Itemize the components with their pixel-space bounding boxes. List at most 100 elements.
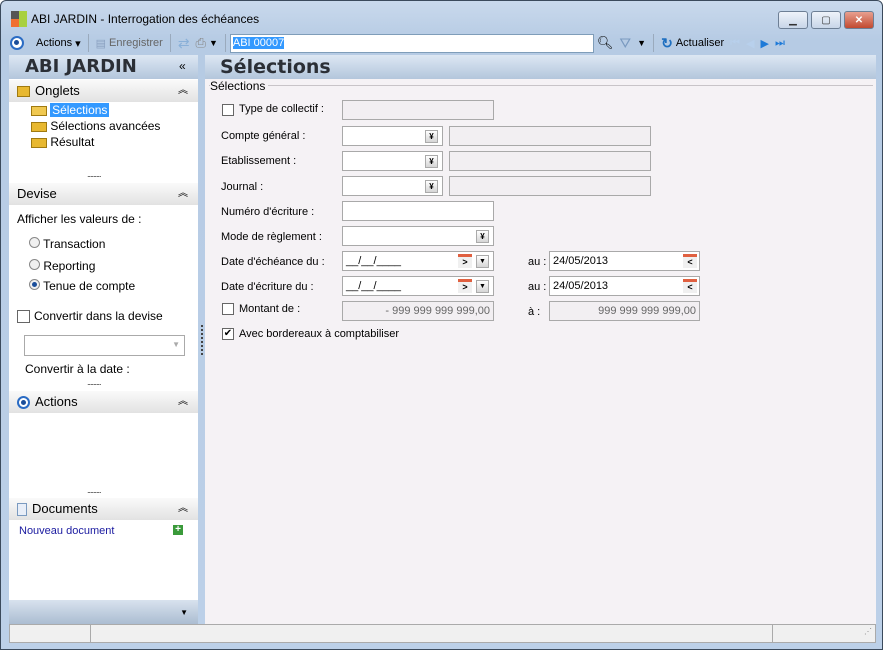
tree-item-selections[interactable]: Sélections (31, 103, 110, 117)
next-record-icon[interactable]: ▶ (757, 37, 771, 50)
date-echeance-to-label: au : (528, 256, 547, 268)
folder-icon (31, 121, 47, 132)
document-icon (17, 502, 27, 516)
type-collectif-checkbox[interactable] (222, 104, 234, 116)
main-panel: Sélections Sélections Type de collectif … (201, 55, 876, 625)
date-ecriture-to-label: au : (528, 281, 547, 293)
save-icon: ▤ (95, 37, 107, 50)
calendar-icon[interactable]: < (683, 254, 697, 268)
compte-general-description (449, 126, 651, 146)
numero-ecriture-input[interactable] (342, 201, 494, 221)
folder-icon (17, 85, 30, 97)
type-collectif-label: Type de collectif : (239, 103, 324, 115)
currency-select[interactable]: ▼ (24, 335, 185, 356)
montant-label: Montant de : (239, 303, 301, 315)
group-title: Sélections (210, 79, 269, 93)
compte-general-input[interactable]: ¥ (342, 126, 443, 146)
montant-to-label: à : (528, 306, 541, 318)
page-title: Sélections (205, 55, 876, 79)
application-window: ABI JARDIN - Interrogation des échéances… (0, 0, 883, 650)
calendar-icon[interactable]: > (458, 279, 472, 293)
filter-dropdown-icon[interactable]: ▼ (634, 38, 649, 48)
documents-header[interactable]: Documents ︽ (9, 498, 198, 520)
chevron-down-icon[interactable]: ▼ (180, 608, 188, 617)
collapse-icon[interactable]: ︽ (178, 498, 188, 520)
montant-checkbox[interactable] (222, 303, 234, 315)
bordereaux-label: Avec bordereaux à comptabiliser (239, 328, 399, 340)
status-bar: ⋰ (9, 624, 876, 643)
date-echeance-label: Date d'échéance du : (221, 256, 325, 268)
first-record-icon[interactable]: ⏮ (727, 37, 743, 50)
radio-reporting[interactable]: Reporting (29, 259, 95, 273)
print-button[interactable]: ⎙ ▼ (193, 35, 221, 51)
collapse-icon[interactable]: ︽ (178, 183, 188, 205)
calendar-icon[interactable]: < (683, 279, 697, 293)
devise-header[interactable]: Devise ︽ (9, 183, 198, 205)
onglets-header[interactable]: Onglets ︽ (9, 80, 198, 102)
last-record-icon[interactable]: ⏭ (772, 37, 788, 50)
date-ecriture-to-input[interactable]: 24/05/2013 < (549, 276, 700, 296)
tree-item-resultat[interactable]: Résultat (31, 135, 94, 149)
journal-description (449, 176, 651, 196)
new-document-link[interactable]: Nouveau document (19, 525, 114, 537)
folder-icon (31, 137, 47, 148)
sidebar-footer: ▼ (9, 600, 198, 625)
folder-open-icon (31, 106, 47, 117)
bordereaux-checkbox[interactable]: ✔ (222, 328, 234, 340)
resize-grip-icon[interactable]: ⋰ (864, 627, 872, 636)
close-button[interactable]: ✕ (844, 11, 874, 29)
type-collectif-field (342, 100, 494, 120)
app-icon (11, 11, 27, 27)
actions-header[interactable]: Actions ︽ (9, 391, 198, 413)
record-input[interactable]: ABI 00007 (229, 33, 594, 53)
chevron-double-down-icon[interactable]: ¥ (425, 130, 438, 143)
window-title: ABI JARDIN - Interrogation des échéances (31, 12, 260, 26)
devise-prompt: Afficher les valeurs de : (17, 212, 142, 226)
filter-icon[interactable]: ⛛ (616, 35, 634, 52)
calendar-icon[interactable]: > (458, 254, 472, 268)
search-icon[interactable]: 🔍︎ (594, 35, 617, 51)
compte-general-label: Compte général : (221, 130, 306, 142)
save-button[interactable]: ▤ Enregistrer (93, 37, 166, 50)
chevron-down-icon[interactable]: ▼ (476, 280, 489, 293)
convert-currency-checkbox[interactable]: Convertir dans la devise (17, 309, 163, 323)
chevron-double-down-icon[interactable]: ¥ (425, 180, 438, 193)
collapse-icon[interactable]: ︽ (178, 80, 188, 102)
montant-from-field: - 999 999 999 999,00 (342, 301, 494, 321)
date-echeance-from-input[interactable]: __/__/____ > ▼ (342, 251, 494, 271)
group-border (209, 85, 873, 86)
collapse-icon[interactable]: ︽ (178, 391, 188, 413)
tree-item-selections-avancees[interactable]: Sélections avancées (31, 119, 160, 133)
etablissement-description (449, 151, 651, 171)
actions-menu-button[interactable]: Actions ▾ (33, 37, 84, 50)
splitter-handle[interactable]: ......... (87, 377, 101, 387)
maximize-button[interactable]: ▢ (811, 11, 841, 29)
splitter-handle[interactable]: ......... (87, 485, 101, 495)
refresh-button[interactable]: ↻ Actualiser (658, 35, 727, 52)
splitter-handle[interactable]: ......... (87, 169, 101, 179)
date-ecriture-from-input[interactable]: __/__/____ > ▼ (342, 276, 494, 296)
chevron-down-icon[interactable]: ▼ (476, 255, 489, 268)
previous-record-icon[interactable]: ◀ (743, 37, 757, 50)
chevron-down-icon: ▼ (172, 340, 180, 349)
toolbar: Actions ▾ ▤ Enregistrer ⇄ ⎙ ▼ ABI 00007 🔍︎… (7, 32, 875, 54)
actions-icon (17, 395, 30, 409)
minimize-button[interactable]: ▁ (778, 11, 808, 29)
refresh-icon: ↻ (661, 34, 673, 51)
collapse-sidebar-icon[interactable]: « (179, 59, 186, 73)
radio-tenue-de-compte[interactable]: Tenue de compte (29, 279, 135, 293)
sync-icon[interactable]: ⇄ (175, 35, 193, 52)
date-echeance-to-input[interactable]: 24/05/2013 < (549, 251, 700, 271)
splitter-handle[interactable] (201, 325, 203, 355)
chevron-double-down-icon[interactable]: ¥ (425, 155, 438, 168)
journal-label: Journal : (221, 181, 264, 193)
date-ecriture-label: Date d'écriture du : (221, 281, 314, 293)
mode-reglement-select[interactable]: ¥ (342, 226, 494, 246)
chevron-double-down-icon[interactable]: ¥ (476, 230, 489, 243)
journal-input[interactable]: ¥ (342, 176, 443, 196)
etablissement-input[interactable]: ¥ (342, 151, 443, 171)
etablissement-label: Etablissement : (221, 155, 297, 167)
radio-transaction[interactable]: Transaction (29, 237, 105, 251)
add-icon[interactable]: + (173, 525, 183, 535)
sidebar: ABI JARDIN « Onglets ︽ Sélections Sélecti… (9, 55, 198, 625)
